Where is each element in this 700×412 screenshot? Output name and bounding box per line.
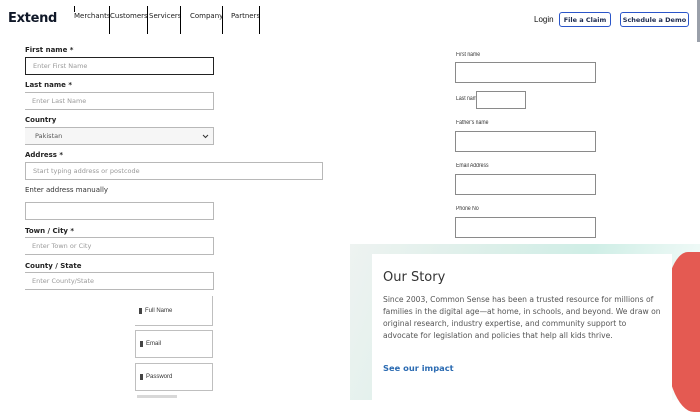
user-icon <box>139 307 142 314</box>
nav-divider <box>222 6 223 34</box>
nav-partners[interactable]: Partners <box>231 12 260 20</box>
county-label: County / State <box>25 262 82 270</box>
town-input[interactable]: Enter Town or City <box>25 237 214 255</box>
last-name-label: Last name * <box>25 81 72 89</box>
password-placeholder: Password <box>146 374 173 380</box>
side-first-name-label: First name <box>456 52 481 58</box>
country-select[interactable]: Pakistan <box>25 127 214 145</box>
email-placeholder: Email <box>146 341 162 347</box>
nav-customers[interactable]: Customers <box>110 12 148 20</box>
side-first-name-input[interactable] <box>455 62 596 83</box>
side-fathers-name-input[interactable] <box>455 131 596 152</box>
see-our-impact-link[interactable]: See our impact <box>383 363 454 373</box>
mail-icon <box>140 341 143 347</box>
full-name-input[interactable]: Full Name <box>135 296 213 326</box>
country-value: Pakistan <box>35 132 63 140</box>
address-label: Address * <box>25 151 64 159</box>
side-last-name-input[interactable] <box>476 91 526 109</box>
country-label: Country <box>25 116 57 124</box>
story-body: Since 2003, Common Sense has been a trus… <box>383 295 661 340</box>
side-phone-label: Phone No <box>456 206 479 212</box>
side-email-label: Email Address <box>456 163 489 169</box>
schedule-demo-button[interactable]: Schedule a Demo <box>620 12 689 27</box>
extend-logo[interactable]: Extend <box>8 11 57 26</box>
file-claim-button[interactable]: File a Claim <box>559 12 611 27</box>
enter-address-manually-link[interactable]: Enter address manually <box>25 186 108 194</box>
nav-company[interactable]: Company <box>190 12 223 20</box>
nav-divider <box>109 6 110 34</box>
county-input[interactable]: Enter County/State <box>25 272 214 290</box>
last-name-input[interactable]: Enter Last Name <box>25 92 214 110</box>
password-input[interactable]: Password <box>135 363 213 391</box>
side-phone-input[interactable] <box>455 217 596 238</box>
nav-divider <box>147 6 148 34</box>
story-title: Our Story <box>383 270 446 285</box>
town-label: Town / City * <box>25 227 75 235</box>
nav-divider <box>180 6 181 34</box>
email-input[interactable]: Email <box>135 330 213 358</box>
nav-divider <box>259 6 260 34</box>
lock-icon <box>140 374 143 380</box>
manual-address-input[interactable] <box>25 202 214 220</box>
first-name-input[interactable]: Enter First Name <box>25 57 214 75</box>
nav-servicers[interactable]: Servicers <box>149 12 181 20</box>
submit-button[interactable] <box>137 395 177 398</box>
login-link[interactable]: Login <box>534 15 554 24</box>
side-email-input[interactable] <box>455 174 596 195</box>
chevron-down-icon <box>202 134 209 139</box>
side-fathers-name-label: Father's name <box>456 120 489 126</box>
address-input[interactable]: Start typing address or postcode <box>25 162 323 180</box>
nav-merchants[interactable]: Merchants <box>74 12 110 20</box>
full-name-placeholder: Full Name <box>145 307 173 314</box>
first-name-label: First name * <box>25 46 74 54</box>
